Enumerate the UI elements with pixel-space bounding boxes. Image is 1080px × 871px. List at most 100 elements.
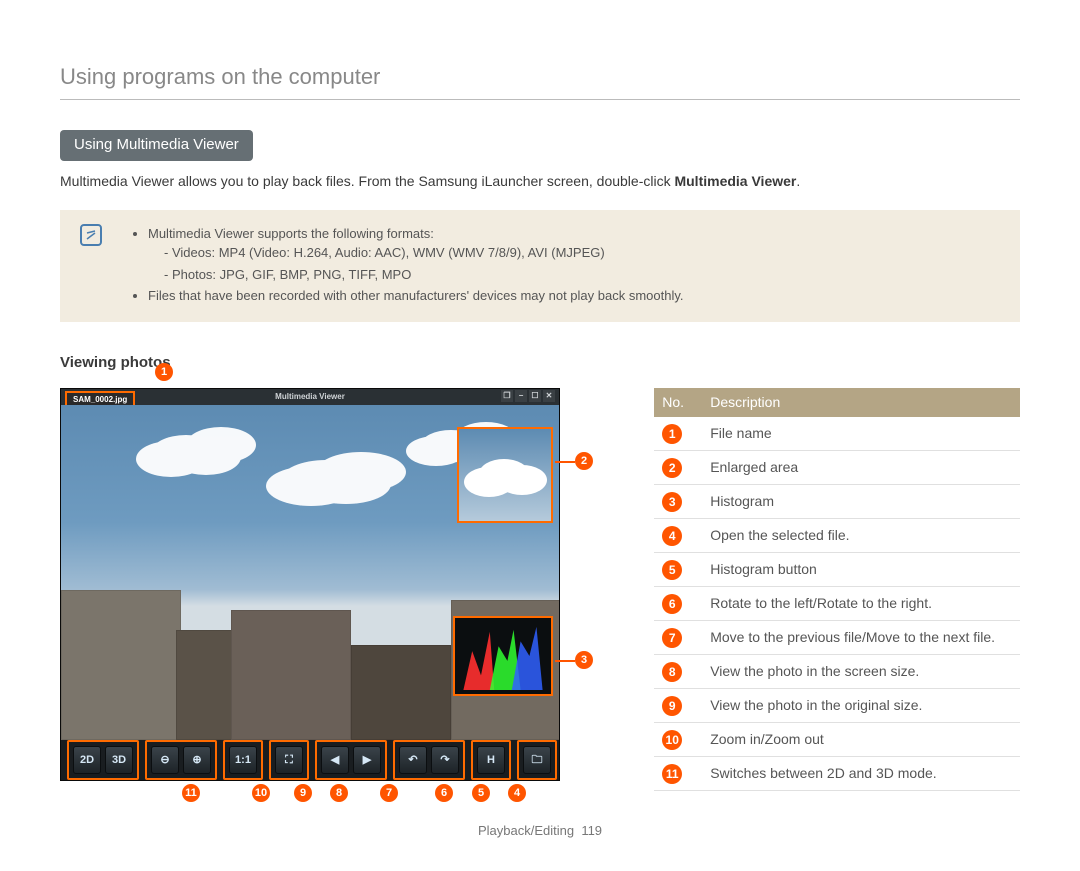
mode-3d-button[interactable]: 3D xyxy=(105,746,133,774)
fit-screen-group: ⛶ xyxy=(269,740,309,780)
window-close-icon[interactable]: ✕ xyxy=(543,390,555,402)
info-note: Multimedia Viewer supports the following… xyxy=(60,210,1020,322)
row-number-bubble: 1 xyxy=(662,424,682,444)
window-restore-icon[interactable]: ❐ xyxy=(501,390,513,402)
breadcrumb-title: Using programs on the computer xyxy=(60,60,1020,93)
info-icon xyxy=(80,224,102,246)
callout-3: 3 xyxy=(575,651,593,669)
callout-1: 1 xyxy=(155,363,173,381)
callout-11: 11 xyxy=(182,784,200,802)
table-row: 8 View the photo in the screen size. xyxy=(654,655,1020,689)
rotate-right-button[interactable]: ↷ xyxy=(431,746,459,774)
sub-heading: Viewing photos xyxy=(60,352,1020,375)
fit-screen-button[interactable]: ⛶ xyxy=(275,746,303,774)
th-no: No. xyxy=(654,388,702,417)
footer-section: Playback/Editing xyxy=(478,823,574,838)
table-row: 11 Switches between 2D and 3D mode. xyxy=(654,757,1020,791)
intro-span-1: Multimedia Viewer allows you to play bac… xyxy=(60,173,674,189)
mode-group: 2D 3D xyxy=(67,740,139,780)
callout-7: 7 xyxy=(380,784,398,802)
open-file-button[interactable]: 🗀 xyxy=(523,746,551,774)
window-maximize-icon[interactable]: ☐ xyxy=(529,390,541,402)
intro-bold: Multimedia Viewer xyxy=(674,173,796,189)
next-file-button[interactable]: ▶ xyxy=(353,746,381,774)
th-desc: Description xyxy=(702,388,1020,417)
table-row: 6 Rotate to the left/Rotate to the right. xyxy=(654,587,1020,621)
callout-2: 2 xyxy=(575,452,593,470)
rotate-left-button[interactable]: ↶ xyxy=(399,746,427,774)
actual-size-button[interactable]: 1:1 xyxy=(229,746,257,774)
table-row: 2 Enlarged area xyxy=(654,451,1020,485)
viewer-toolbar: 2D 3D ⊖ ⊕ 1:1 ⛶ ◀ ▶ xyxy=(61,740,559,780)
table-row: 4 Open the selected file. xyxy=(654,519,1020,553)
prev-file-button[interactable]: ◀ xyxy=(321,746,349,774)
table-row: 3 Histogram xyxy=(654,485,1020,519)
row-description: View the photo in the original size. xyxy=(702,689,1020,723)
row-number-bubble: 7 xyxy=(662,628,682,648)
mode-2d-button[interactable]: 2D xyxy=(73,746,101,774)
row-description: Zoom in/Zoom out xyxy=(702,723,1020,757)
intro-text: Multimedia Viewer allows you to play bac… xyxy=(60,171,1020,192)
zoom-out-button[interactable]: ⊖ xyxy=(151,746,179,774)
row-number-bubble: 3 xyxy=(662,492,682,512)
row-number-bubble: 10 xyxy=(662,730,682,750)
window-titlebar: SAM_0002.jpg Multimedia Viewer ❐ − ☐ ✕ xyxy=(61,389,559,405)
intro-tail: . xyxy=(796,173,800,189)
row-description: Rotate to the left/Rotate to the right. xyxy=(702,587,1020,621)
callout-line-3 xyxy=(555,660,575,662)
page-footer: Playback/Editing 119 xyxy=(60,821,1020,841)
window-title-text: Multimedia Viewer xyxy=(275,391,345,403)
table-row: 1 File name xyxy=(654,417,1020,451)
note-line-1b: Photos: JPG, GIF, BMP, PNG, TIFF, MPO xyxy=(164,265,1006,285)
enlarged-area-panel xyxy=(457,427,553,523)
open-file-group: 🗀 xyxy=(517,740,557,780)
note-line-2: Files that have been recorded with other… xyxy=(148,286,1006,306)
screenshot-column: 1 2 3 SAM_0002.jpg Multimedia Viewer ❐ −… xyxy=(60,388,564,781)
photo-canvas xyxy=(61,405,559,740)
callout-9: 9 xyxy=(294,784,312,802)
note-list: Multimedia Viewer supports the following… xyxy=(130,224,1006,306)
window-minimize-icon[interactable]: − xyxy=(515,390,527,402)
description-column: No. Description 1 File name 2 Enlarged area… xyxy=(654,388,1020,791)
row-description: File name xyxy=(702,417,1020,451)
table-row: 5 Histogram button xyxy=(654,553,1020,587)
table-row: 10 Zoom in/Zoom out xyxy=(654,723,1020,757)
row-description: Switches between 2D and 3D mode. xyxy=(702,757,1020,791)
row-number-bubble: 9 xyxy=(662,696,682,716)
row-number-bubble: 2 xyxy=(662,458,682,478)
histogram-btn-group: H xyxy=(471,740,511,780)
zoom-in-button[interactable]: ⊕ xyxy=(183,746,211,774)
row-number-bubble: 4 xyxy=(662,526,682,546)
histogram-button[interactable]: H xyxy=(477,746,505,774)
row-number-bubble: 6 xyxy=(662,594,682,614)
footer-page-num: 119 xyxy=(581,823,602,838)
divider xyxy=(60,99,1020,100)
row-description: Histogram xyxy=(702,485,1020,519)
table-row: 7 Move to the previous file/Move to the n… xyxy=(654,621,1020,655)
note-line-1a: Videos: MP4 (Video: H.264, Audio: AAC), … xyxy=(164,243,1006,263)
rotate-group: ↶ ↷ xyxy=(393,740,465,780)
histogram-panel xyxy=(453,616,553,696)
callout-line-2 xyxy=(555,461,575,463)
row-description: Enlarged area xyxy=(702,451,1020,485)
callout-6: 6 xyxy=(435,784,453,802)
row-number-bubble: 8 xyxy=(662,662,682,682)
zoom-group: ⊖ ⊕ xyxy=(145,740,217,780)
callout-8: 8 xyxy=(330,784,348,802)
row-description: View the photo in the screen size. xyxy=(702,655,1020,689)
size-1-1-group: 1:1 xyxy=(223,740,263,780)
callout-10: 10 xyxy=(252,784,270,802)
row-description: Move to the previous file/Move to the ne… xyxy=(702,621,1020,655)
row-description: Open the selected file. xyxy=(702,519,1020,553)
row-description: Histogram button xyxy=(702,553,1020,587)
row-number-bubble: 11 xyxy=(662,764,682,784)
table-row: 9 View the photo in the original size. xyxy=(654,689,1020,723)
row-number-bubble: 5 xyxy=(662,560,682,580)
description-table: No. Description 1 File name 2 Enlarged area… xyxy=(654,388,1020,791)
callout-4: 4 xyxy=(508,784,526,802)
nav-group: ◀ ▶ xyxy=(315,740,387,780)
callout-5: 5 xyxy=(472,784,490,802)
note-line-1: Multimedia Viewer supports the following… xyxy=(148,224,1006,285)
multimedia-viewer-window: SAM_0002.jpg Multimedia Viewer ❐ − ☐ ✕ xyxy=(60,388,560,781)
section-pill: Using Multimedia Viewer xyxy=(60,130,253,161)
